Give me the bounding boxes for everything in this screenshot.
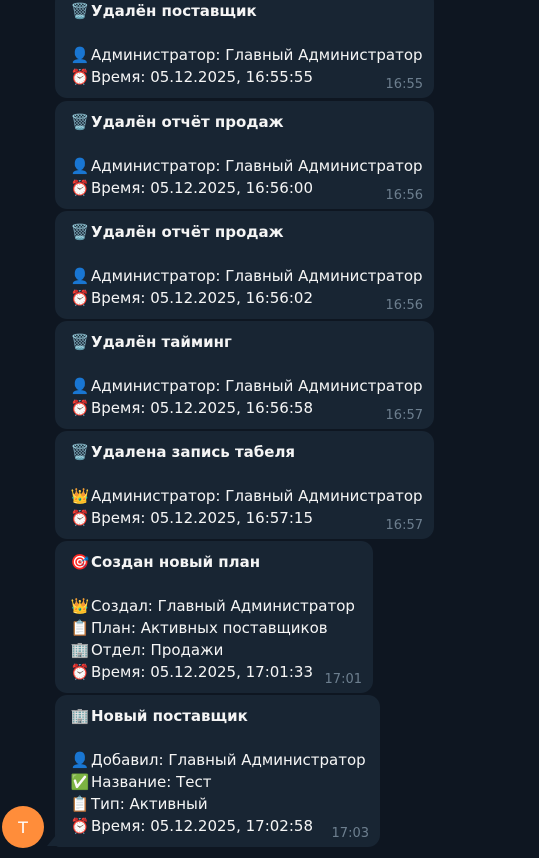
wastebasket-icon: 🗑️ [70, 333, 90, 351]
message-line-text: Администратор: Главный Администратор [91, 157, 423, 175]
wastebasket-icon: 🗑️ [70, 223, 90, 241]
message-line: ⏰ Время: 05.12.2025, 16:56:58 [69, 397, 434, 419]
message-title-text: Удалена запись табеля [91, 443, 296, 461]
message-line: 👑 Администратор: Главный Администратор [69, 485, 434, 507]
message-line-text: Тип: Активный [91, 795, 208, 813]
message-title: 🗑️ Удалён тайминг [69, 331, 434, 353]
message-line-text: Администратор: Главный Администратор [91, 267, 423, 285]
person-icon: 👤 [70, 46, 90, 64]
person-icon: 👤 [70, 157, 90, 175]
message-line-text: Отдел: Продажи [91, 641, 224, 659]
crown-icon: 👑 [70, 597, 90, 615]
message-line-text: Добавил: Главный Администратор [91, 751, 366, 769]
crown-icon: 👑 [70, 487, 90, 505]
message-bubble[interactable]: 🏢 Новый поставщик 👤 Добавил: Главный Адм… [55, 695, 380, 847]
message-line-text: Создал: Главный Администратор [91, 597, 355, 615]
message-line: ⏰ Время: 05.12.2025, 16:55:55 [69, 66, 434, 88]
message-bubble[interactable]: 🗑️ Удалён отчёт продаж 👤 Администратор: … [55, 211, 434, 319]
message-line: 📋 Тип: Активный [69, 793, 380, 815]
message-title: 🏢 Новый поставщик [69, 705, 380, 727]
message-title: 🗑️ Удалён отчёт продаж [69, 221, 434, 243]
message-title-text: Новый поставщик [91, 707, 248, 725]
message-time: 17:01 [324, 672, 362, 687]
check-mark-icon: ✅ [70, 773, 90, 791]
avatar-letter: T [18, 817, 28, 837]
clipboard-icon: 📋 [70, 619, 90, 637]
message-line: 👤 Администратор: Главный Администратор [69, 155, 434, 177]
message-line: 🏢 Отдел: Продажи [69, 639, 373, 661]
message-time: 16:55 [385, 77, 423, 92]
message-line-text: Администратор: Главный Администратор [91, 377, 423, 395]
message-bubble[interactable]: 🗑️ Удалена запись табеля 👑 Администратор… [55, 431, 434, 539]
bubble-tail [47, 834, 57, 846]
message-line: ⏰ Время: 05.12.2025, 16:56:00 [69, 177, 434, 199]
message-line-text: Время: 05.12.2025, 17:01:33 [91, 663, 313, 681]
message-line-text: Время: 05.12.2025, 17:02:58 [91, 817, 313, 835]
message-line-text: Время: 05.12.2025, 16:56:58 [91, 399, 313, 417]
alarm-clock-icon: ⏰ [70, 289, 90, 307]
message-time: 16:56 [385, 188, 423, 203]
message-line-text: Администратор: Главный Администратор [91, 46, 423, 64]
message-line: ⏰ Время: 05.12.2025, 16:57:15 [69, 507, 434, 529]
alarm-clock-icon: ⏰ [70, 509, 90, 527]
message-time: 17:03 [331, 826, 369, 841]
message-title: 🗑️ Удалён поставщик [69, 0, 434, 22]
message-bubble[interactable]: 🗑️ Удалён тайминг 👤 Администратор: Главн… [55, 321, 434, 429]
message-line: 👑 Создал: Главный Администратор [69, 595, 373, 617]
clipboard-icon: 📋 [70, 795, 90, 813]
message-line-text: План: Активных поставщиков [91, 619, 328, 637]
message-line-text: Время: 05.12.2025, 16:57:15 [91, 509, 313, 527]
message-title-text: Удалён поставщик [91, 2, 257, 20]
message-line: 👤 Добавил: Главный Администратор [69, 749, 380, 771]
message-title-text: Удалён отчёт продаж [91, 113, 284, 131]
message-line: 👤 Администратор: Главный Администратор [69, 375, 434, 397]
alarm-clock-icon: ⏰ [70, 663, 90, 681]
wastebasket-icon: 🗑️ [70, 2, 90, 20]
message-title: 🗑️ Удалена запись табеля [69, 441, 434, 463]
person-icon: 👤 [70, 751, 90, 769]
message-line: ⏰ Время: 05.12.2025, 16:56:02 [69, 287, 434, 309]
message-line-text: Время: 05.12.2025, 16:55:55 [91, 68, 313, 86]
person-icon: 👤 [70, 267, 90, 285]
message-title-text: Создан новый план [91, 553, 261, 571]
message-time: 16:57 [385, 518, 423, 533]
person-icon: 👤 [70, 377, 90, 395]
message-time: 16:56 [385, 298, 423, 313]
message-title: 🗑️ Удалён отчёт продаж [69, 111, 434, 133]
alarm-clock-icon: ⏰ [70, 68, 90, 86]
chat-area[interactable]: 🗑️ Удалён поставщик 👤 Администратор: Гла… [0, 0, 539, 858]
message-line: 👤 Администратор: Главный Администратор [69, 265, 434, 287]
message-line: ✅ Название: Тест [69, 771, 380, 793]
alarm-clock-icon: ⏰ [70, 817, 90, 835]
message-line-text: Время: 05.12.2025, 16:56:02 [91, 289, 313, 307]
message-bubble[interactable]: 🎯 Создан новый план 👑 Создал: Главный Ад… [55, 541, 373, 693]
alarm-clock-icon: ⏰ [70, 179, 90, 197]
message-line: 👤 Администратор: Главный Администратор [69, 44, 434, 66]
message-line-text: Администратор: Главный Администратор [91, 487, 423, 505]
message-line-text: Название: Тест [91, 773, 212, 791]
message-line: 📋 План: Активных поставщиков [69, 617, 373, 639]
wastebasket-icon: 🗑️ [70, 443, 90, 461]
message-bubble[interactable]: 🗑️ Удалён отчёт продаж 👤 Администратор: … [55, 101, 434, 209]
message-bubble[interactable]: 🗑️ Удалён поставщик 👤 Администратор: Гла… [55, 0, 434, 98]
message-title-text: Удалён отчёт продаж [91, 223, 284, 241]
target-icon: 🎯 [70, 553, 90, 571]
message-title: 🎯 Создан новый план [69, 551, 373, 573]
office-building-icon: 🏢 [70, 641, 90, 659]
wastebasket-icon: 🗑️ [70, 113, 90, 131]
message-line-text: Время: 05.12.2025, 16:56:00 [91, 179, 313, 197]
message-time: 16:57 [385, 408, 423, 423]
message-title-text: Удалён тайминг [91, 333, 232, 351]
alarm-clock-icon: ⏰ [70, 399, 90, 417]
avatar[interactable]: T [2, 806, 44, 848]
office-building-icon: 🏢 [70, 707, 90, 725]
